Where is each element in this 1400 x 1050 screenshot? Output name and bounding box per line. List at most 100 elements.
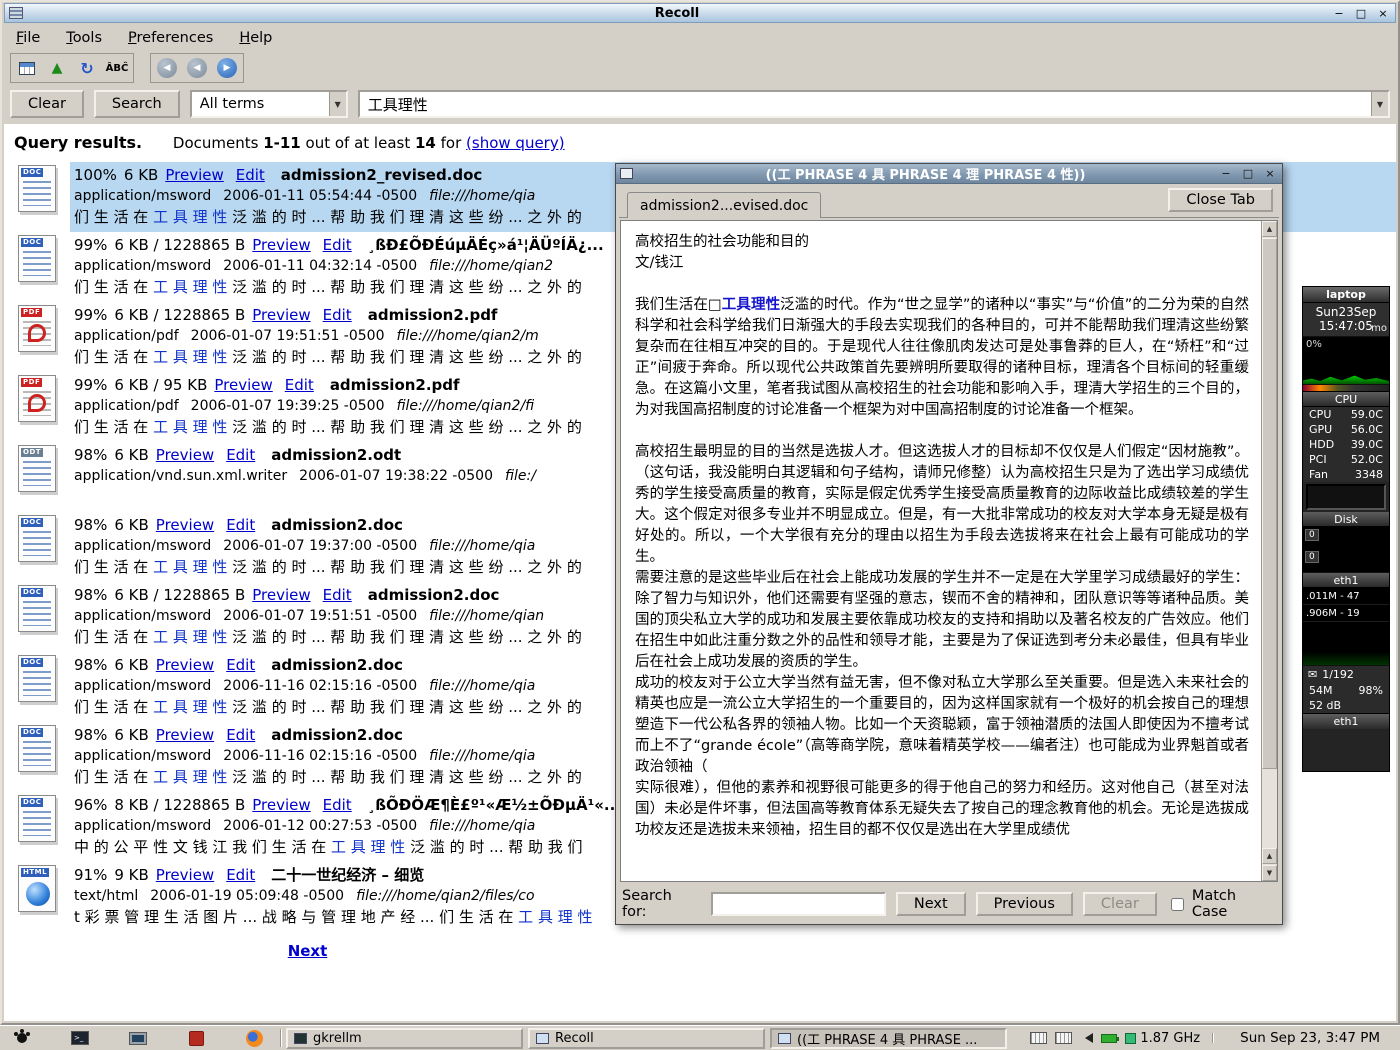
keyboard-icon[interactable] [1055, 1032, 1072, 1044]
menu-tools[interactable]: Tools [66, 30, 102, 46]
preview-titlebar[interactable]: ((工 PHRASE 4 具 PHRASE 4 理 PHRASE 4 性)) −… [616, 164, 1282, 184]
preview-link[interactable]: Preview [156, 656, 214, 674]
search-query-input[interactable] [360, 95, 1371, 113]
doc-file-icon[interactable]: DOC [18, 585, 56, 632]
term-explorer-button[interactable]: ÂBĈ [102, 55, 132, 81]
html-file-icon[interactable]: HTML [18, 865, 56, 912]
preview-link[interactable]: Preview [156, 866, 214, 884]
search-button[interactable]: Search [94, 90, 180, 118]
edit-link[interactable]: Edit [226, 726, 255, 744]
edit-link[interactable]: Edit [323, 306, 352, 324]
recoll-titlebar[interactable]: Recoll − □ × [4, 3, 1396, 23]
next-page-link[interactable]: Next [288, 942, 328, 960]
preview-link[interactable]: Preview [252, 236, 310, 254]
pdf-file-icon[interactable]: PDF [18, 375, 56, 422]
query-history-arrow-icon[interactable]: ▼ [1371, 92, 1388, 116]
show-query-link[interactable]: (show query) [466, 134, 565, 152]
pdf-file-icon[interactable]: PDF [18, 305, 56, 352]
edit-link[interactable]: Edit [226, 446, 255, 464]
result-relevance: 99% [74, 306, 107, 324]
chevron-down-icon[interactable]: ▼ [329, 92, 346, 116]
result-relevance: 98% [74, 586, 107, 604]
recoll-task-icon [536, 1033, 549, 1044]
clear-button[interactable]: Clear [10, 90, 84, 118]
display-launcher-icon[interactable] [128, 1029, 148, 1047]
taskbar-button-recoll[interactable]: Recoll [528, 1028, 765, 1049]
prev-page-button[interactable]: ◀ [182, 55, 212, 81]
highlighted-term: 工 具 理 性 [153, 698, 227, 716]
find-previous-button[interactable]: Previous [976, 892, 1073, 916]
preview-link[interactable]: Preview [156, 516, 214, 534]
taskbar-button-gkrellm[interactable]: gkrellm [286, 1028, 523, 1049]
find-next-button[interactable]: Next [896, 892, 966, 916]
odt-file-icon[interactable]: ODT [18, 445, 56, 492]
first-page-button[interactable]: ◀ [152, 55, 182, 81]
close-icon[interactable]: × [1375, 6, 1391, 21]
scroll-down-icon[interactable]: ▼ [1262, 865, 1277, 881]
doc-file-icon[interactable]: DOC [18, 235, 56, 282]
firefox-launcher-icon[interactable] [244, 1029, 264, 1047]
doc-paragraph: 成功的校友对于公立大学当然有益无害，但不像对私立大学那么至关重要。但是选入未来社… [635, 673, 1249, 778]
advanced-search-button[interactable] [12, 55, 42, 81]
edit-link[interactable]: Edit [323, 236, 352, 254]
preview-minimize-icon[interactable]: − [1218, 166, 1234, 181]
match-case-checkbox[interactable] [1171, 898, 1184, 911]
taskbar-button-preview[interactable]: ((工 PHRASE 4 具 PHRASE ... [770, 1028, 1007, 1049]
doc-file-icon[interactable]: DOC [18, 725, 56, 772]
preview-link[interactable]: Preview [214, 376, 272, 394]
paw-launcher-icon[interactable] [12, 1029, 32, 1047]
preview-text-area[interactable]: 高校招生的社会功能和目的 文/钱江 我们生活在□工具理性泛滥的时代。作为“世之显… [620, 220, 1278, 882]
preview-link[interactable]: Preview [252, 306, 310, 324]
find-clear-button[interactable]: Clear [1083, 892, 1157, 916]
prev-page-icon: ◀ [187, 58, 207, 78]
edit-link[interactable]: Edit [323, 796, 352, 814]
next-page-button[interactable]: ▶ [212, 55, 242, 81]
edit-link[interactable]: Edit [323, 586, 352, 604]
close-tab-button[interactable]: Close Tab [1168, 188, 1273, 212]
edit-link[interactable]: Edit [226, 656, 255, 674]
preview-link[interactable]: Preview [156, 446, 214, 464]
preview-scrollbar[interactable]: ▲ ▲ ▼ [1261, 221, 1277, 881]
preview-link[interactable]: Preview [252, 796, 310, 814]
scrollbar-thumb[interactable] [1262, 238, 1277, 769]
menu-file[interactable]: File [16, 30, 40, 46]
search-mode-select[interactable]: All terms ▼ [190, 90, 348, 118]
result-mime: application/msword [74, 818, 211, 834]
edit-link[interactable]: Edit [226, 516, 255, 534]
window-menu-icon[interactable] [9, 7, 23, 19]
package-launcher-icon[interactable] [186, 1029, 206, 1047]
result-relevance: 91% [74, 866, 107, 884]
result-mime: application/pdf [74, 328, 179, 344]
volume-icon[interactable] [1080, 1033, 1093, 1043]
doc-file-icon[interactable]: DOC [18, 515, 56, 562]
scroll-up-icon[interactable]: ▲ [1262, 848, 1277, 864]
menu-preferences[interactable]: Preferences [128, 30, 213, 46]
find-input[interactable] [711, 892, 886, 916]
battery-icon[interactable] [1101, 1034, 1117, 1043]
keyboard-layout-icon[interactable] [1030, 1032, 1047, 1044]
update-index-button[interactable]: ↻ [72, 55, 102, 81]
preview-link[interactable]: Preview [252, 586, 310, 604]
result-date: 2006-01-07 19:51:51 -0500 [191, 328, 385, 344]
maximize-icon[interactable]: □ [1353, 6, 1369, 21]
edit-link[interactable]: Edit [236, 166, 265, 184]
result-relevance: 99% [74, 236, 107, 254]
result-mime: application/msword [74, 608, 211, 624]
scroll-up-icon[interactable]: ▲ [1262, 221, 1277, 237]
edit-link[interactable]: Edit [285, 376, 314, 394]
sort-params-button[interactable]: ▲ [42, 55, 72, 81]
edit-link[interactable]: Edit [226, 866, 255, 884]
terminal-launcher-icon[interactable]: >_ [70, 1029, 90, 1047]
preview-close-icon[interactable]: × [1262, 166, 1278, 181]
minimize-icon[interactable]: − [1331, 6, 1347, 21]
preview-link[interactable]: Preview [165, 166, 223, 184]
preview-maximize-icon[interactable]: □ [1240, 166, 1256, 181]
result-url: file:///home/qian2/m [396, 328, 538, 344]
menu-help[interactable]: Help [239, 30, 272, 46]
gkrellm-panel[interactable]: laptop Sun23Sep 15:47:05 mo 0% CPU CPU59… [1302, 286, 1390, 772]
doc-file-icon[interactable]: DOC [18, 795, 56, 842]
doc-file-icon[interactable]: DOC [18, 655, 56, 702]
preview-link[interactable]: Preview [156, 726, 214, 744]
preview-tab[interactable]: admission2...evised.doc [627, 192, 821, 218]
doc-file-icon[interactable]: DOC [18, 165, 56, 212]
